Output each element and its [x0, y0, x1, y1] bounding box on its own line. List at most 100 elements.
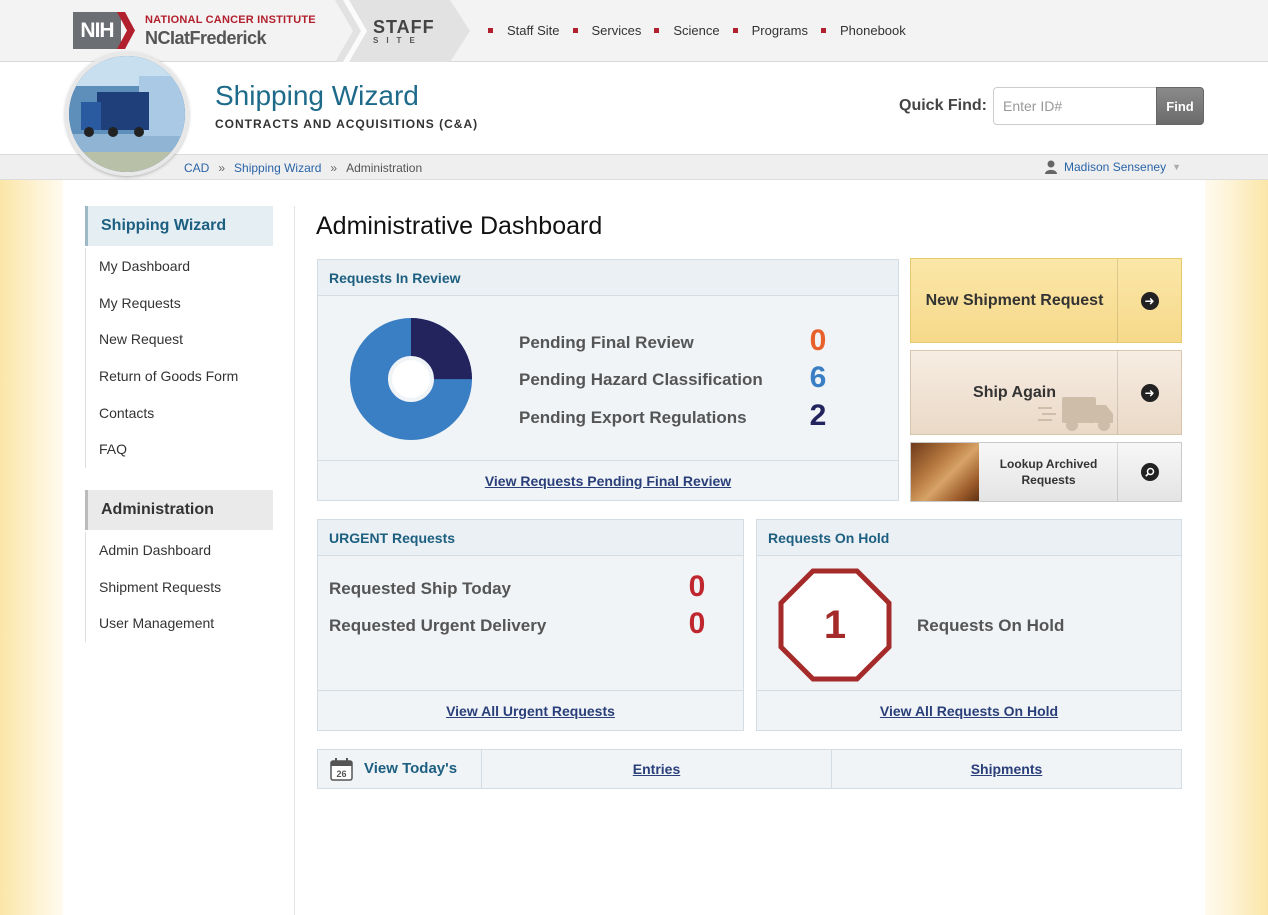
pending-final-review-count: 0: [809, 324, 827, 357]
sidebar-list-shipping-wizard: My Dashboard My Requests New Request Ret…: [85, 248, 273, 468]
nih-logo[interactable]: NIH: [73, 12, 121, 49]
quick-find-input[interactable]: [993, 87, 1157, 125]
app-subtitle: CONTRACTS AND ACQUISITIONS (C&A): [215, 117, 479, 131]
bullet-icon: [654, 28, 660, 33]
top-nav-science[interactable]: Science: [654, 23, 720, 38]
bullet-icon: [488, 28, 493, 33]
ship-again-tile[interactable]: Ship Again ➜: [910, 350, 1182, 435]
user-menu[interactable]: Madison Senseney ▼: [1045, 160, 1181, 174]
calendar-icon: 26: [330, 758, 353, 781]
archive-boxes-image: [911, 443, 979, 501]
requests-in-review-panel: Requests In Review Pending Final Review …: [317, 259, 899, 501]
view-today-label: View Today's: [364, 760, 458, 777]
lookup-archived-requests-tile[interactable]: Lookup Archived Requests: [910, 442, 1182, 502]
top-nav-staff-site[interactable]: Staff Site: [488, 23, 560, 38]
sidebar-heading-shipping-wizard[interactable]: Shipping Wizard: [85, 206, 273, 246]
sidebar-item-faq[interactable]: FAQ: [86, 431, 273, 468]
arrow-right-circle-icon: ➜: [1140, 383, 1159, 402]
view-all-urgent-requests-link[interactable]: View All Urgent Requests: [446, 703, 615, 719]
panel-title: Requests In Review: [318, 260, 898, 296]
top-nav-label: Services: [591, 23, 642, 38]
nih-logo-text: NIH: [80, 18, 114, 42]
panel-footer: View All Requests On Hold: [757, 690, 1181, 730]
pending-hazard-classification-label: Pending Hazard Classification: [519, 370, 763, 389]
sidebar-item-contacts[interactable]: Contacts: [86, 394, 273, 431]
breadcrumb-shipping-wizard[interactable]: Shipping Wizard: [234, 161, 321, 175]
bullet-icon: [572, 28, 578, 33]
view-pending-final-review-link[interactable]: View Requests Pending Final Review: [485, 473, 731, 489]
nci-frederick-logo[interactable]: NCIatFrederick: [145, 28, 267, 49]
requested-ship-today-label: Requested Ship Today: [329, 579, 511, 598]
search-icon: [1140, 463, 1159, 481]
top-bar: NIH NATIONAL CANCER INSTITUTE NCIatFrede…: [0, 0, 1268, 62]
nih-chevron-icon: [117, 12, 135, 49]
sidebar-item-user-management[interactable]: User Management: [86, 605, 273, 642]
magnifier-glyph: [1144, 467, 1154, 477]
tile-label: Ship Again: [973, 383, 1056, 401]
top-nav-label: Phonebook: [839, 23, 906, 38]
sidebar-item-my-dashboard[interactable]: My Dashboard: [86, 248, 273, 285]
urgent-requests-panel: URGENT Requests Requested Ship Today 0 R…: [317, 519, 744, 731]
pending-hazard-classification-count: 6: [809, 361, 827, 394]
breadcrumb: CAD » Shipping Wizard » Administration: [184, 161, 422, 175]
new-shipment-request-tile[interactable]: New Shipment Request ➜: [910, 258, 1182, 343]
sidebar-item-admin-dashboard[interactable]: Admin Dashboard: [86, 532, 273, 569]
tile-go[interactable]: [1117, 443, 1181, 501]
panel-footer: View Requests Pending Final Review: [318, 460, 898, 500]
sidebar-divider: [294, 206, 295, 915]
pending-export-regulations-label: Pending Export Regulations: [519, 408, 747, 427]
entries-cell: Entries: [481, 750, 831, 788]
panel-title: Requests On Hold: [757, 520, 1181, 556]
view-today-bar: 26 View Today's Entries Shipments: [317, 749, 1182, 789]
calendar-day: 26: [336, 769, 346, 779]
sidebar-item-return-of-goods[interactable]: Return of Goods Form: [86, 358, 273, 395]
bullet-icon: [732, 28, 738, 33]
breadcrumb-separator: »: [218, 161, 226, 175]
sidebar-item-shipment-requests[interactable]: Shipment Requests: [86, 569, 273, 606]
breadcrumb-cad[interactable]: CAD: [184, 161, 209, 175]
chevron-down-icon: ▼: [1172, 162, 1181, 172]
tile-go[interactable]: ➜: [1117, 259, 1181, 342]
requested-urgent-delivery-count: 0: [688, 607, 706, 640]
review-donut-chart: [350, 318, 472, 440]
donut-hole: [392, 360, 430, 398]
sidebar-item-my-requests[interactable]: My Requests: [86, 285, 273, 322]
tile-go[interactable]: ➜: [1117, 351, 1181, 434]
requested-urgent-delivery-label: Requested Urgent Delivery: [329, 616, 547, 635]
breadcrumb-separator: »: [330, 161, 338, 175]
today-shipments-link[interactable]: Shipments: [971, 761, 1043, 777]
panel-footer: View All Urgent Requests: [318, 690, 743, 730]
view-all-requests-on-hold-link[interactable]: View All Requests On Hold: [880, 703, 1058, 719]
top-nav: Staff Site Services Science Programs Pho…: [488, 23, 919, 38]
arrow-right-circle-icon: ➜: [1140, 291, 1159, 310]
person-icon: [1045, 160, 1057, 174]
tile-label: New Shipment Request: [925, 291, 1104, 309]
staff-site-title[interactable]: STAFF: [373, 17, 435, 38]
top-nav-programs[interactable]: Programs: [732, 23, 808, 38]
app-title: Shipping Wizard: [215, 80, 419, 111]
user-name: Madison Senseney: [1064, 160, 1167, 174]
sidebar-heading-administration[interactable]: Administration: [85, 490, 273, 530]
warehouse-truck-logo: [65, 52, 189, 176]
quick-find-label: Quick Find:: [899, 97, 987, 114]
requests-on-hold-panel: Requests On Hold 1 Requests On Hold View…: [756, 519, 1182, 731]
top-nav-services[interactable]: Services: [572, 23, 642, 38]
pending-final-review-label: Pending Final Review: [519, 333, 694, 352]
today-entries-link[interactable]: Entries: [633, 761, 680, 777]
on-hold-count: 1: [823, 602, 847, 647]
top-nav-label: Programs: [751, 23, 808, 38]
warehouse-truck-image: [69, 56, 185, 172]
nci-name: NATIONAL CANCER INSTITUTE: [145, 14, 316, 26]
staff-site-subtitle: SITE: [373, 36, 423, 45]
bullet-icon: [820, 28, 826, 33]
panel-title: URGENT Requests: [318, 520, 743, 556]
requested-ship-today-count: 0: [688, 570, 706, 603]
find-button[interactable]: Find: [1156, 87, 1204, 125]
top-nav-phonebook[interactable]: Phonebook: [820, 23, 906, 38]
shipments-cell: Shipments: [831, 750, 1181, 788]
pending-export-regulations-count: 2: [809, 399, 827, 432]
breadcrumb-bar: CAD » Shipping Wizard » Administration M…: [0, 154, 1268, 180]
sidebar-item-new-request[interactable]: New Request: [86, 321, 273, 358]
tile-label: Lookup Archived Requests: [999, 457, 1098, 487]
breadcrumb-current: Administration: [346, 161, 423, 175]
